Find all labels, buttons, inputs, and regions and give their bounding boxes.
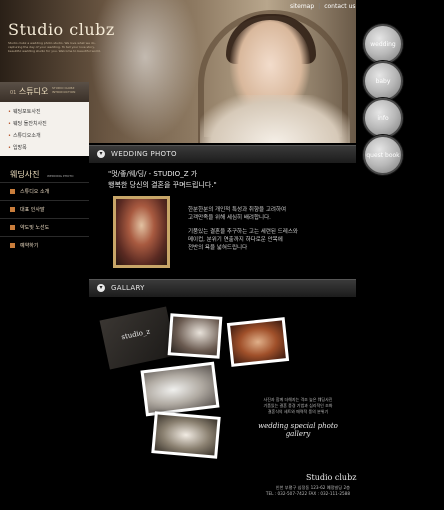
quote-line: 행복한 당신의 결혼을 꾸며드립니다."	[108, 181, 217, 189]
footer-logo: Studio clubz	[306, 473, 357, 482]
section-title: GALLARY	[111, 284, 145, 292]
nav-circle-baby[interactable]: baby	[363, 61, 403, 101]
wedding-menu-item[interactable]: 예약하기	[0, 236, 89, 255]
studio-menu-header: 01 스튜디오 STUDIO CLUBZ INTRODUCTION	[0, 82, 89, 102]
logo-tagline: Studio clubz a wedding photo studio. We …	[8, 41, 101, 53]
studio-menu-item[interactable]: • 스튜디오소개	[8, 132, 41, 139]
gallery-photo[interactable]	[167, 313, 223, 359]
gallery-card-label: studio_z	[120, 327, 151, 342]
nav-circle-label: wedding	[370, 40, 396, 48]
nav-circle-label: info	[377, 114, 389, 122]
wedding-menu-header: 웨딩사진 WEDDING PHOTO	[0, 167, 89, 183]
gallery-title: wedding special photo gallery	[258, 422, 338, 438]
nav-circle-info[interactable]: info	[363, 98, 403, 138]
studio-menu-subtitle: STUDIO CLUBZ INTRODUCTION	[52, 86, 76, 94]
studio-menu-item[interactable]: • 웨딩 돌잔치사진	[8, 120, 47, 127]
quote-line: "멋/좋/웨/딩/ - STUDIO_Z 가	[108, 170, 198, 178]
divider: |	[318, 3, 321, 10]
gallery-photo[interactable]	[140, 361, 220, 417]
studio-menu-title: 01 스튜디오	[10, 87, 49, 96]
section-bar-gallery: ▾ GALLARY	[89, 279, 356, 297]
nav-circle-questbook[interactable]: quest book	[363, 135, 403, 175]
nav-circle-label: baby	[375, 77, 391, 85]
chevron-down-icon: ▾	[97, 150, 105, 158]
wedding-menu-item[interactable]: 스튜디오 소개	[0, 182, 89, 201]
wedding-menu-title: 웨딩사진	[10, 170, 40, 179]
gallery-photo[interactable]	[226, 317, 290, 367]
footer-address: 인천 부평구 십정동 123-62 예정빌딩 2층 TEL : 032-507-…	[265, 485, 350, 496]
sitemap-link[interactable]: sitemap	[290, 3, 314, 10]
contact-link[interactable]: contact us	[324, 3, 355, 10]
section-title: WEDDING PHOTO	[111, 150, 177, 158]
nav-circle-label: quest book	[366, 151, 400, 159]
wedding-menu-item[interactable]: 약도및 노선도	[0, 218, 89, 237]
section-bar-wedding-photo: ▾ WEDDING PHOTO	[89, 145, 356, 163]
site-logo[interactable]: Studio clubz	[8, 20, 115, 39]
chevron-down-icon: ▾	[97, 284, 105, 292]
top-nav: sitemap | contact us	[290, 3, 356, 10]
wedding-description: 한분한분의 개인적 특성과 취향을 고려하여 고객만족을 위해 세심히 배려합니…	[188, 207, 298, 251]
gallery-text: 사진과 함께 더해지는 격조 높은 웨딩사진 기품있는 결혼 풍경 기법과 심리…	[263, 397, 333, 414]
featured-photo[interactable]	[113, 196, 170, 268]
wedding-quote: "멋/좋/웨/딩/ - STUDIO_Z 가 행복한 당신의 결혼을 꾸며드립니…	[108, 169, 348, 191]
nav-circle-wedding[interactable]: wedding	[363, 24, 403, 64]
studio-menu-item[interactable]: • 입방목	[8, 144, 27, 151]
gallery-photo[interactable]	[151, 411, 221, 459]
wedding-menu-item[interactable]: 대표 인사말	[0, 200, 89, 219]
studio-menu-item[interactable]: • 웨딩포토사진	[8, 108, 41, 115]
wedding-menu-subtitle: WEDDING PHOTO	[47, 174, 74, 178]
bride-gown	[200, 95, 350, 143]
gallery-cover-card[interactable]: studio_z	[99, 306, 177, 370]
